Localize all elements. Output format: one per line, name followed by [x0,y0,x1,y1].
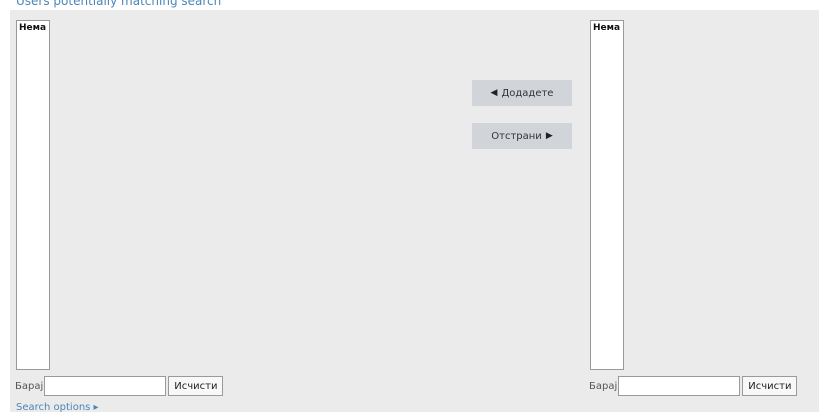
right-search-row: Барај Исчисти [589,375,798,397]
right-arrow-icon: ▶ [545,131,553,141]
left-search-input[interactable] [44,376,167,396]
right-search-input[interactable] [618,376,741,396]
list-option-none[interactable]: Нема [591,21,623,35]
user-selector-panel: Нема ◀ Додадете Отстрани ▶ Нема Барај Ис… [10,10,819,413]
top-cropped-strip: Users potentially matching search [0,0,819,10]
remove-button-label: Отстрани [491,130,542,142]
search-label: Барај [15,380,44,392]
search-options-link[interactable]: Search options ▸ [16,402,99,413]
left-arrow-icon: ◀ [490,88,498,98]
left-search-row: Барај Исчисти [15,375,224,397]
add-button[interactable]: ◀ Додадете [472,80,572,106]
left-clear-button[interactable]: Исчисти [168,376,224,396]
existing-users-listbox[interactable]: Нема [16,20,50,370]
search-label: Барај [589,380,618,392]
add-button-label: Додадете [501,87,554,99]
potential-users-listbox[interactable]: Нема [590,20,624,370]
right-clear-button[interactable]: Исчисти [742,376,798,396]
cropped-header-text: Users potentially matching search [16,0,222,8]
list-option-none[interactable]: Нема [17,21,49,35]
remove-button[interactable]: Отстрани ▶ [472,123,572,149]
